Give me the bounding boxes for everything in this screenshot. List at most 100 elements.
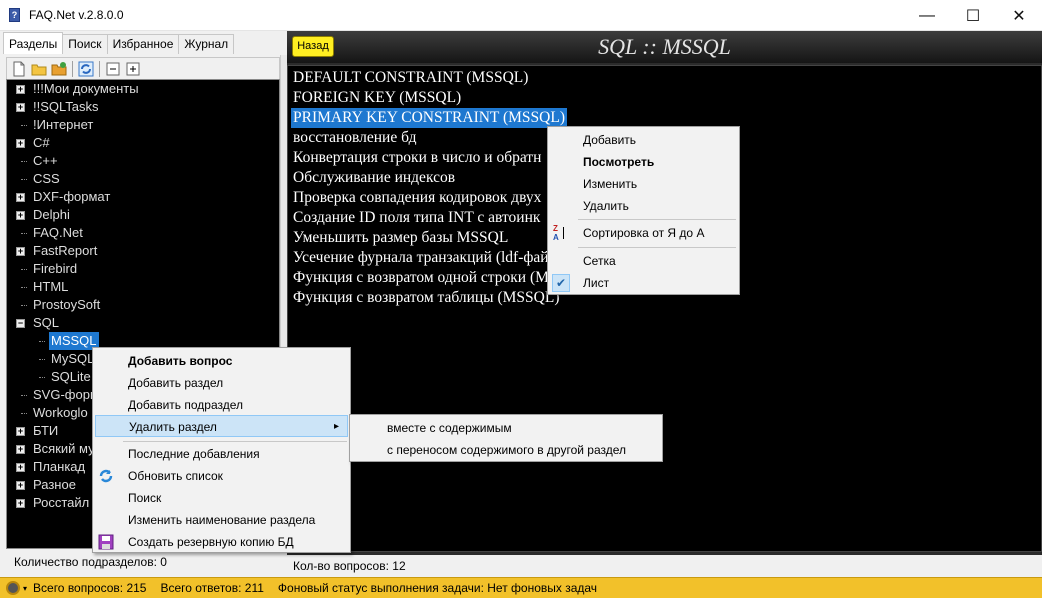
question-item[interactable]: Функция с возвратом таблицы (MSSQL) [293,288,559,308]
question-item[interactable]: Конвертация строки в число и обратн [293,148,541,168]
menu-item-delete-with-content[interactable]: вместе с содержимым [350,417,662,439]
tab-journal[interactable]: Журнал [178,34,235,54]
expand-node-icon[interactable]: + [16,247,25,256]
background-task-label: Фоновый статус выполнения задачи: [277,581,484,595]
collapse-icon[interactable] [105,61,121,77]
expand-node-icon[interactable]: + [16,427,25,436]
tree-item[interactable]: HTML [7,278,279,296]
menu-item-view[interactable]: Посмотреть [548,151,739,173]
menu-item-backup[interactable]: Создать резервную копию БД [93,531,350,553]
toolbar-separator [99,60,100,77]
question-item[interactable]: Проверка совпадения кодировок двух [293,188,541,208]
menu-item-refresh[interactable]: Обновить список [93,465,350,487]
expand-node-icon[interactable]: + [16,463,25,472]
menu-item-search[interactable]: Поиск [93,487,350,509]
add-folder-icon[interactable] [51,61,67,77]
expand-node-icon[interactable]: + [16,139,25,148]
maximize-button[interactable]: ☐ [950,0,996,31]
open-folder-icon[interactable] [31,61,47,77]
tree-item[interactable]: CSS [7,170,279,188]
expand-node-icon[interactable]: + [16,499,25,508]
menu-item-grid[interactable]: Сетка [548,250,739,272]
tree-item-label: Firebird [33,261,78,276]
tree-item-label: !!!Мои документы [33,81,139,96]
menu-item-rename-section[interactable]: Изменить наименование раздела [93,509,350,531]
tree-item[interactable]: + Delphi [7,206,279,224]
question-item[interactable]: восстановление бд [293,128,416,148]
expand-node-icon[interactable]: + [16,481,25,490]
total-answers: Всего ответов: 211 [160,581,263,595]
question-item[interactable]: Функция с возвратом одной строки (M [293,268,549,288]
total-answers-value: 211 [244,581,264,595]
expand-node-icon[interactable]: + [16,445,25,454]
menu-item-recent[interactable]: Последние добавления [93,443,350,465]
app-icon: ? [9,8,20,22]
refresh-icon[interactable] [78,61,94,77]
question-item[interactable]: Усечение фурнала транзакций (ldf-фай [293,248,549,268]
right-panel: SQL :: MSSQL Назад DEFAULT CONSTRAINT (M… [287,31,1042,577]
expand-node-icon[interactable]: + [16,193,25,202]
tree-item[interactable]: + !!!Мои документы [7,80,279,98]
tree-item[interactable]: !Интернет [7,116,279,134]
tree-item[interactable]: ProstoySoft [7,296,279,314]
menu-item-sort[interactable]: Z A Сортировка от Я до А [548,222,739,244]
tab-favorites[interactable]: Избранное [106,34,180,54]
tree-item-label: Разное [33,477,76,492]
chevron-down-icon[interactable]: ▾ [23,584,27,593]
close-button[interactable]: ✕ [996,0,1042,31]
tree-item-label: !Интернет [33,117,94,132]
tab-search[interactable]: Поиск [62,34,108,54]
expand-node-icon[interactable]: + [16,85,25,94]
new-document-icon[interactable] [11,61,27,77]
tree-item[interactable]: + FastReport [7,242,279,260]
refresh-icon [98,468,114,484]
task-status-icon[interactable] [6,581,20,595]
menu-item-edit[interactable]: Изменить [548,173,739,195]
total-questions: Всего вопросов: 215 [33,581,146,595]
submenu-arrow-icon: ▸ [334,421,340,432]
section-toolbar [6,57,280,79]
menu-item-delete-move-content[interactable]: с переносом содержимого в другой раздел [350,439,662,461]
background-task-value: Нет фоновых задач [487,581,598,595]
tab-sections[interactable]: Разделы [3,32,64,54]
tree-item-label: MySQL [51,351,95,366]
tree-item[interactable]: Firebird [7,260,279,278]
tree-item[interactable]: + DXF-формат [7,188,279,206]
tree-item[interactable]: + !!SQLTasks [7,98,279,116]
menu-item-add-question[interactable]: Добавить вопрос [93,350,350,372]
menu-item-add-subsection[interactable]: Добавить подраздел [93,394,350,416]
menu-item-add-section[interactable]: Добавить раздел [93,372,350,394]
window-title: FAQ.Net v.2.8.0.0 [29,8,124,22]
question-item[interactable]: DEFAULT CONSTRAINT (MSSQL) [293,68,528,88]
menu-item-list[interactable]: ✔ Лист [548,272,739,294]
question-item[interactable]: Уменьшить размер базы MSSQL [293,228,508,248]
expand-node-icon[interactable]: + [16,103,25,112]
question-count-value: 12 [392,559,406,573]
minimize-button[interactable]: — [904,0,950,31]
tree-item-label: Росстайл [33,495,90,510]
menu-separator [123,441,347,442]
tree-item[interactable]: FAQ.Net [7,224,279,242]
collapse-node-icon[interactable]: − [16,319,25,328]
question-item[interactable]: FOREIGN KEY (MSSQL) [293,88,461,108]
question-context-menu: Добавить Посмотреть Изменить Удалить Z A… [547,126,740,295]
tree-item-label: C# [33,135,50,150]
menu-item-delete[interactable]: Удалить [548,195,739,217]
menu-item-add[interactable]: Добавить [548,129,739,151]
tree-item-label: C++ [33,153,58,168]
tree-item[interactable]: + C# [7,134,279,152]
tab-strip: Разделы Поиск Избранное Журнал [3,32,235,54]
tree-item[interactable]: C++ [7,152,279,170]
background-task-status: Фоновый статус выполнения задачи: Нет фо… [278,581,597,595]
question-item[interactable]: Обслуживание индексов [293,168,455,188]
tree-connector [21,287,27,288]
tree-connector [21,233,27,234]
question-item[interactable]: PRIMARY KEY CONSTRAINT (MSSQL) [291,108,567,128]
menu-item-delete-section[interactable]: Удалить раздел ▸ [95,415,348,437]
menu-separator [578,247,736,248]
expand-node-icon[interactable]: + [16,211,25,220]
tree-item[interactable]: − SQL [7,314,279,332]
back-button[interactable]: Назад [292,36,334,57]
question-item[interactable]: Создание ID поля типа INT с автоинк [293,208,540,228]
expand-icon[interactable] [125,61,141,77]
